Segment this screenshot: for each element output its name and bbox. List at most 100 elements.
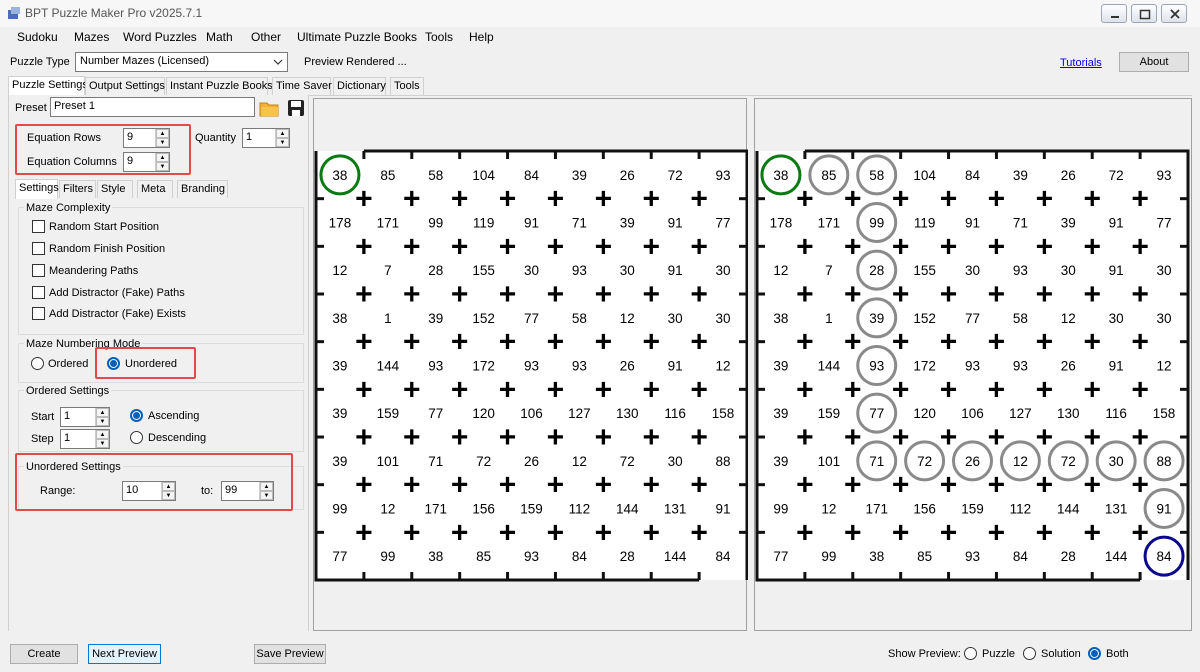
step-spinner[interactable]: ▲ ▼	[95, 430, 109, 448]
puzzle-type-label: Puzzle Type	[10, 56, 70, 68]
tab-dictionary[interactable]: Dictionary	[333, 77, 386, 95]
maze-number: 106	[520, 406, 543, 421]
maze-number: 93	[1157, 168, 1172, 183]
start-label: Start	[31, 411, 55, 423]
tab-tools[interactable]: Tools	[390, 77, 424, 95]
maze-number: 77	[869, 406, 884, 421]
operator-plus: +	[1131, 373, 1149, 406]
subtab-filters[interactable]: Filters	[59, 180, 96, 198]
puzzle-type-select[interactable]: Number Mazes (Licensed)	[75, 52, 288, 72]
operator-plus: +	[642, 421, 660, 454]
create-button[interactable]: Create	[10, 644, 78, 664]
minimize-button[interactable]	[1101, 4, 1127, 23]
subtab-branding[interactable]: Branding	[177, 180, 228, 198]
subtab-style[interactable]: Style	[97, 180, 133, 198]
maze-number: 91	[524, 216, 539, 231]
operator-plus: +	[355, 278, 373, 311]
operator-plus: +	[940, 516, 958, 549]
subtab-meta[interactable]: Meta	[137, 180, 173, 198]
close-button[interactable]	[1161, 4, 1187, 23]
meandering-paths-checkbox[interactable]	[32, 264, 45, 277]
maze-number: 39	[332, 359, 347, 374]
random-start-checkbox[interactable]	[32, 220, 45, 233]
operator-plus: +	[844, 373, 862, 406]
about-button[interactable]: About	[1119, 52, 1189, 72]
show-solution-radio[interactable]	[1023, 647, 1036, 660]
tab-output-settings[interactable]: Output Settings	[85, 77, 165, 95]
menu-sudoku[interactable]: Sudoku	[17, 30, 58, 44]
quantity-spinner[interactable]: ▲ ▼	[275, 129, 289, 147]
menu-ultimate-puzzle-books[interactable]: Ultimate Puzzle Books	[297, 30, 417, 44]
tab-instant-puzzle-books[interactable]: Instant Puzzle Books	[166, 77, 273, 95]
maze-number: 38	[773, 168, 788, 183]
next-preview-button[interactable]: Next Preview	[88, 644, 161, 664]
quantity-input[interactable]: 1 ▲ ▼	[242, 128, 290, 148]
descending-radio[interactable]	[130, 431, 143, 444]
save-preview-button[interactable]: Save Preview	[254, 644, 326, 664]
preset-input[interactable]: Preset 1	[50, 97, 255, 117]
menu-other[interactable]: Other	[251, 30, 281, 44]
maze-number: 99	[332, 502, 347, 517]
maze-number: 77	[332, 549, 347, 564]
distractor-exists-checkbox[interactable]	[32, 307, 45, 320]
menu-help[interactable]: Help	[469, 30, 494, 44]
operator-plus: +	[547, 326, 565, 359]
maze-number: 84	[572, 549, 588, 564]
maze-number: 144	[1105, 549, 1128, 564]
menu-word-puzzles[interactable]: Word Puzzles	[123, 30, 197, 44]
random-finish-label: Random Finish Position	[49, 243, 166, 255]
operator-plus: +	[940, 469, 958, 502]
maze-number: 39	[773, 406, 788, 421]
menu-mazes[interactable]: Mazes	[74, 30, 109, 44]
operator-plus: +	[1131, 421, 1149, 454]
maze-number: 93	[572, 263, 587, 278]
operator-plus: +	[844, 421, 862, 454]
maze-number: 91	[716, 502, 731, 517]
show-puzzle-radio[interactable]	[964, 647, 977, 660]
maze-number: 30	[716, 263, 731, 278]
random-finish-checkbox[interactable]	[32, 242, 45, 255]
maze-number: 159	[961, 502, 984, 517]
operator-plus: +	[451, 183, 469, 216]
tutorials-link[interactable]: Tutorials	[1060, 57, 1102, 69]
maze-number: 30	[1157, 263, 1172, 278]
maze-number: 12	[620, 311, 635, 326]
maze-number: 93	[524, 359, 539, 374]
operator-plus: +	[988, 278, 1006, 311]
maze-number: 99	[821, 549, 836, 564]
subtab-settings[interactable]: Settings	[15, 179, 59, 199]
distractor-paths-checkbox[interactable]	[32, 286, 45, 299]
app-icon	[7, 6, 21, 20]
operator-plus: +	[892, 326, 910, 359]
operator-plus: +	[499, 230, 517, 263]
operator-plus: +	[1036, 469, 1054, 502]
ordered-radio[interactable]	[31, 357, 44, 370]
title-bar: BPT Puzzle Maker Pro v2025.7.1	[0, 0, 1200, 27]
maze-number: 99	[428, 216, 443, 231]
save-icon[interactable]	[286, 98, 306, 118]
open-folder-icon[interactable]	[259, 98, 279, 118]
maze-number: 71	[1013, 216, 1028, 231]
maze-number: 26	[965, 454, 980, 469]
maze-number: 93	[965, 549, 980, 564]
start-spinner[interactable]: ▲ ▼	[95, 408, 109, 426]
operator-plus: +	[844, 326, 862, 359]
maze-number: 30	[716, 311, 731, 326]
show-both-radio[interactable]	[1088, 647, 1101, 660]
maze-number: 101	[818, 454, 841, 469]
menu-math[interactable]: Math	[206, 30, 233, 44]
tab-puzzle-settings[interactable]: Puzzle Settings	[8, 76, 88, 96]
maze-number: 171	[818, 216, 841, 231]
operator-plus: +	[547, 230, 565, 263]
operator-plus: +	[940, 183, 958, 216]
maximize-button[interactable]	[1131, 4, 1157, 23]
start-input[interactable]: 1 ▲ ▼	[60, 407, 110, 427]
minimize-icon	[1111, 16, 1119, 18]
maze-number: 178	[770, 216, 793, 231]
tab-time-saver[interactable]: Time Saver	[272, 77, 332, 95]
step-input[interactable]: 1 ▲ ▼	[60, 429, 110, 449]
menu-tools[interactable]: Tools	[425, 30, 453, 44]
ascending-radio[interactable]	[130, 409, 143, 422]
operator-plus: +	[355, 230, 373, 263]
operator-plus: +	[595, 373, 613, 406]
